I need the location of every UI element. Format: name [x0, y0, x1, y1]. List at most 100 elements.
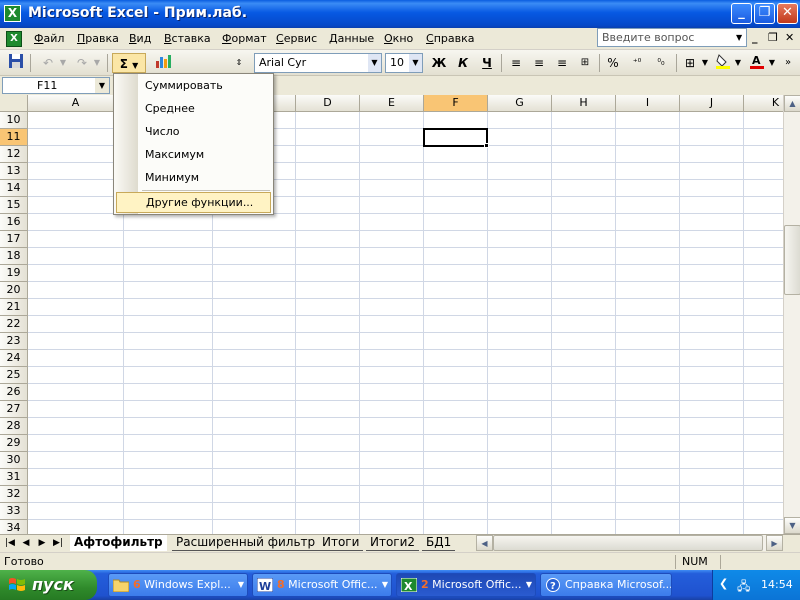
menu-format[interactable]: Формат [222, 32, 267, 45]
first-sheet-icon[interactable]: |◀ [4, 537, 16, 550]
taskbar-item-excel[interactable]: X 2 Microsoft Offic... ▼ [396, 573, 536, 597]
autosum-button[interactable]: Σ ▼ [112, 53, 146, 73]
menu-insert[interactable]: Вставка [164, 32, 211, 45]
row-header-25[interactable]: 25 [0, 367, 28, 384]
minimize-button[interactable]: _ [731, 3, 752, 24]
row-header-18[interactable]: 18 [0, 248, 28, 265]
fill-color-dropdown-icon[interactable]: ▼ [733, 53, 743, 73]
taskbar-item-explorer[interactable]: 6 Windows Expl... ▼ [108, 573, 248, 597]
row-header-31[interactable]: 31 [0, 469, 28, 486]
font-color-dropdown-icon[interactable]: ▼ [767, 53, 777, 73]
undo-icon[interactable]: ↶ [38, 53, 58, 73]
menu-item-sum[interactable]: Суммировать [116, 76, 271, 97]
undo-dropdown-icon[interactable]: ▼ [58, 53, 68, 73]
increase-decimal-icon[interactable]: ⁺⁰ [626, 53, 648, 73]
scroll-down-icon[interactable]: ▼ [784, 517, 800, 534]
borders-icon[interactable]: ⊞ [680, 53, 700, 73]
row-header-27[interactable]: 27 [0, 401, 28, 418]
workbook-icon[interactable]: X [6, 31, 22, 47]
chart-wizard-icon[interactable] [152, 53, 174, 73]
underline-button[interactable]: Ч [477, 53, 497, 73]
column-header-j[interactable]: J [680, 95, 744, 112]
horizontal-scroll-thumb[interactable] [493, 535, 763, 551]
ask-question-input[interactable]: Введите вопрос [597, 28, 747, 47]
excel-app-icon[interactable]: X [4, 5, 21, 22]
column-header-g[interactable]: G [488, 95, 552, 112]
column-header-f[interactable]: F [424, 95, 488, 112]
menu-item-count[interactable]: Число [116, 122, 271, 143]
column-header-i[interactable]: I [616, 95, 680, 112]
sheet-tab-db1[interactable]: БД1 [422, 535, 456, 551]
scroll-right-icon[interactable]: ▶ [766, 535, 783, 551]
row-header-19[interactable]: 19 [0, 265, 28, 282]
close-button[interactable]: ✕ [777, 3, 798, 24]
taskbar-item-word[interactable]: W 8 Microsoft Offic... ▼ [252, 573, 392, 597]
menu-item-min[interactable]: Минимум [116, 168, 271, 189]
bold-button[interactable]: Ж [429, 53, 449, 73]
taskbar-item-help[interactable]: ? Справка Microsof... [540, 573, 672, 597]
menu-tools[interactable]: Сервис [276, 32, 317, 45]
column-header-d[interactable]: D [296, 95, 360, 112]
row-header-21[interactable]: 21 [0, 299, 28, 316]
restore-button[interactable]: ❐ [754, 3, 775, 24]
row-header-33[interactable]: 33 [0, 503, 28, 520]
name-box-dropdown-icon[interactable]: ▼ [95, 78, 109, 93]
menu-item-average[interactable]: Среднее [116, 99, 271, 120]
row-header-22[interactable]: 22 [0, 316, 28, 333]
prev-sheet-icon[interactable]: ◀ [20, 537, 32, 550]
doc-close-button[interactable]: ✕ [785, 31, 794, 44]
tray-expand-icon[interactable]: ❮ [719, 577, 728, 590]
font-size-select[interactable]: 10 ▼ [385, 53, 423, 73]
sheet-tab-totals2[interactable]: Итоги2 [366, 535, 420, 551]
scroll-up-icon[interactable]: ▲ [784, 95, 800, 112]
menu-item-more-functions[interactable]: Другие функции... [116, 192, 271, 213]
fill-color-icon[interactable] [713, 53, 733, 73]
row-header-10[interactable]: 10 [0, 112, 28, 129]
select-all-corner[interactable] [0, 95, 28, 112]
align-right-icon[interactable]: ≡ [552, 53, 572, 73]
doc-restore-button[interactable]: ❐ [768, 31, 778, 44]
column-header-e[interactable]: E [360, 95, 424, 112]
fill-handle[interactable] [484, 143, 489, 148]
next-sheet-icon[interactable]: ▶ [36, 537, 48, 550]
column-header-h[interactable]: H [552, 95, 616, 112]
menu-edit[interactable]: Правка [77, 32, 119, 45]
redo-icon[interactable]: ↷ [72, 53, 92, 73]
row-header-11[interactable]: 11 [0, 129, 28, 146]
sheet-tab-totals[interactable]: Итоги [318, 535, 364, 551]
row-header-17[interactable]: 17 [0, 231, 28, 248]
font-name-dropdown-icon[interactable]: ▼ [368, 54, 381, 72]
toolbar-options-icon[interactable]: ⇕ [234, 53, 244, 73]
font-color-icon[interactable]: A [747, 53, 767, 73]
vertical-scrollbar[interactable]: ▲ ▼ [783, 95, 800, 534]
menu-data[interactable]: Данные [329, 32, 374, 45]
sheet-tab-autofilter[interactable]: Афтофильтр [70, 535, 167, 551]
menu-item-max[interactable]: Максимум [116, 145, 271, 166]
row-header-20[interactable]: 20 [0, 282, 28, 299]
column-header-k[interactable]: K [744, 95, 783, 112]
menu-window[interactable]: Окно [384, 32, 413, 45]
row-header-30[interactable]: 30 [0, 452, 28, 469]
menu-file[interactable]: Файл [34, 32, 64, 45]
column-header-a[interactable]: A [28, 95, 124, 112]
percent-button[interactable]: % [603, 53, 623, 73]
horizontal-scrollbar[interactable]: ◀ ▶ [476, 535, 783, 551]
sheet-tab-advanced-filter[interactable]: Расширенный фильтр [172, 535, 320, 551]
merge-center-icon[interactable]: ⊞ [575, 53, 595, 73]
row-header-26[interactable]: 26 [0, 384, 28, 401]
name-box[interactable]: F11 ▼ [2, 77, 110, 94]
row-header-16[interactable]: 16 [0, 214, 28, 231]
align-left-icon[interactable]: ≡ [506, 53, 526, 73]
scroll-left-icon[interactable]: ◀ [476, 535, 493, 551]
row-header-15[interactable]: 15 [0, 197, 28, 214]
align-center-icon[interactable]: ≡ [529, 53, 549, 73]
row-header-24[interactable]: 24 [0, 350, 28, 367]
save-icon[interactable] [6, 53, 26, 73]
row-header-23[interactable]: 23 [0, 333, 28, 350]
start-button[interactable]: пуск [0, 570, 97, 600]
toolbar-more-icon[interactable]: » [782, 53, 794, 73]
font-size-dropdown-icon[interactable]: ▼ [409, 54, 422, 72]
menu-help[interactable]: Справка [426, 32, 474, 45]
menu-view[interactable]: Вид [129, 32, 151, 45]
row-header-29[interactable]: 29 [0, 435, 28, 452]
